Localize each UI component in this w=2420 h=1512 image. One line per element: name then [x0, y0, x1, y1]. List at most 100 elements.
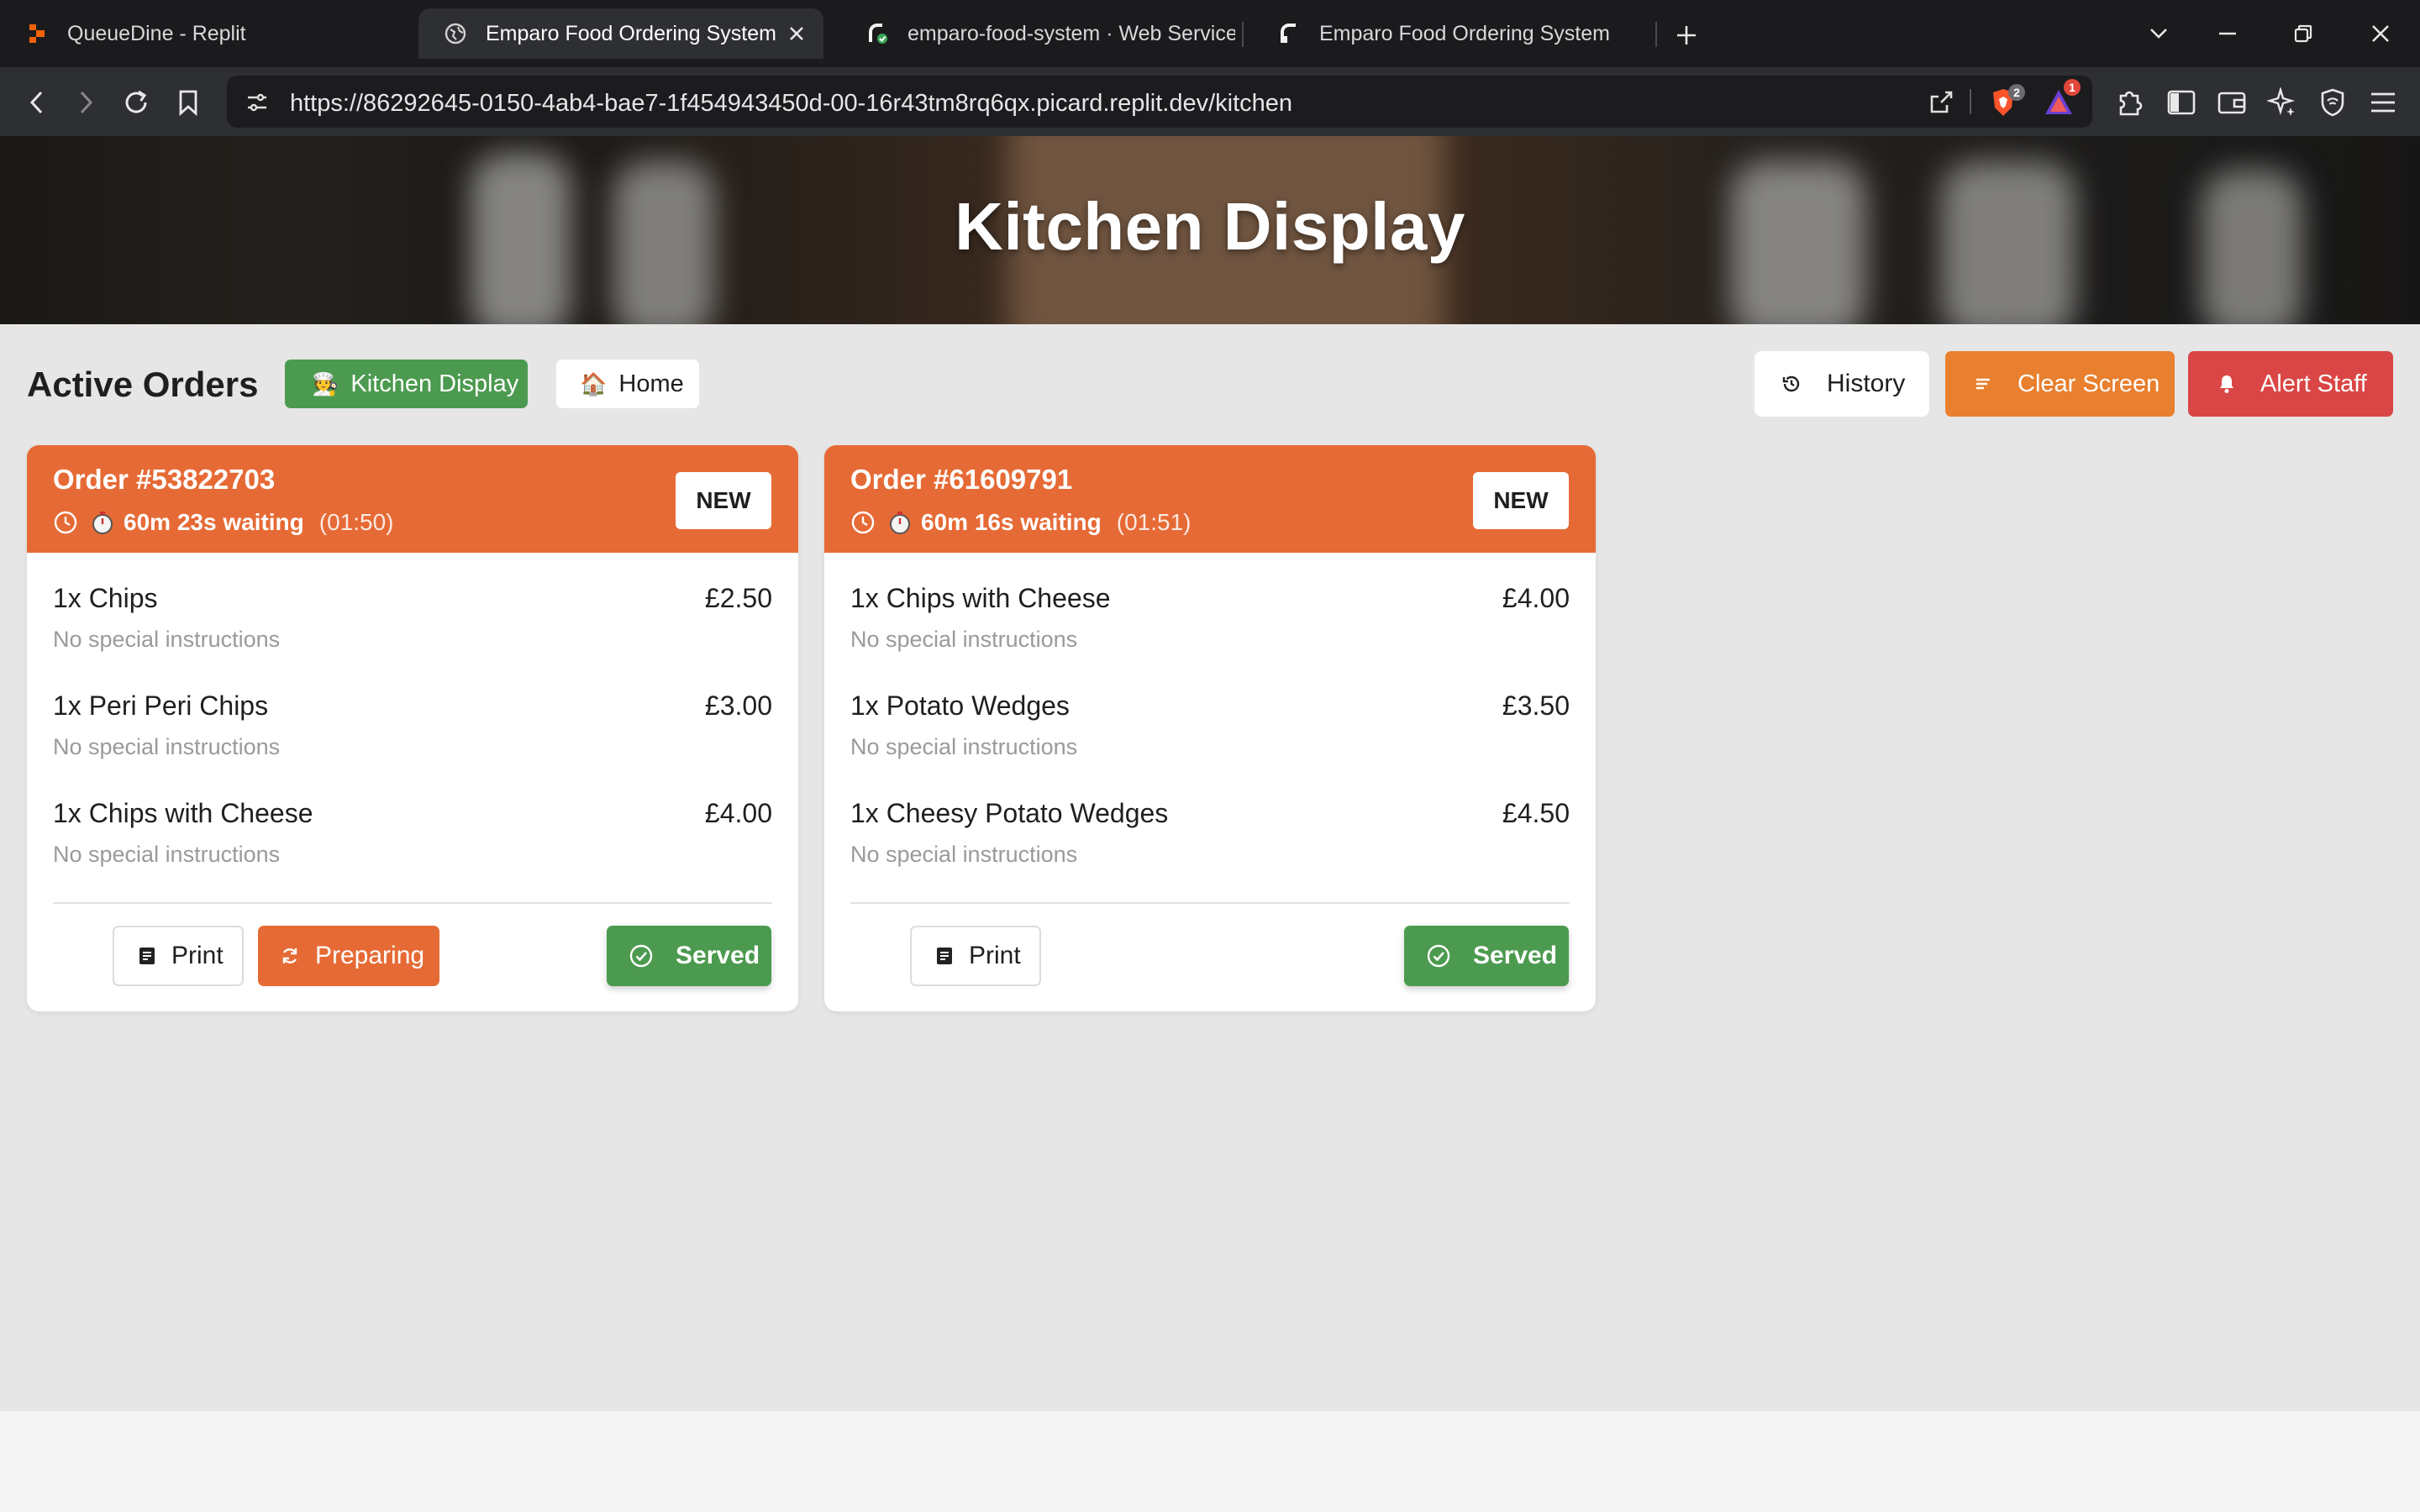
tab-separator: [1242, 22, 1244, 47]
share-icon[interactable]: [1926, 87, 1956, 118]
item-name: 1x Cheesy Potato Wedges: [850, 798, 1169, 828]
print-button[interactable]: Print: [113, 926, 244, 986]
waiting-row: 60m 16s waiting (01:51): [850, 509, 1191, 536]
item-note: No special instructions: [53, 734, 281, 759]
served-button[interactable]: Served: [607, 926, 771, 986]
served-label: Served: [676, 942, 760, 969]
leo-ai-icon[interactable]: [2262, 82, 2302, 123]
item-name: 1x Chips: [53, 583, 158, 613]
card-divider: [53, 902, 772, 904]
close-tab-icon[interactable]: [780, 17, 813, 50]
history-icon: [1781, 374, 1802, 394]
section-title: Active Orders: [27, 365, 259, 404]
check-circle-icon: [1426, 943, 1451, 969]
status-badge: NEW: [1473, 472, 1569, 529]
hero-banner: Kitchen Display: [0, 136, 2420, 324]
item-note: No special instructions: [53, 627, 281, 652]
order-card-header: Order #61609791 60m 16s waiting (01:51) …: [824, 445, 1596, 553]
item-note: No special instructions: [850, 734, 1078, 759]
item-note: No special instructions: [53, 842, 281, 867]
tab-list-chevron-icon[interactable]: [2138, 15, 2180, 52]
globe-icon: [444, 22, 467, 45]
preparing-button[interactable]: Preparing: [258, 926, 439, 986]
home-nav-button[interactable]: 🏠 Home: [556, 360, 699, 408]
order-number: Order #61609791: [850, 464, 1073, 495]
tab-title: Emparo Food Ordering System: [1319, 21, 1610, 45]
item-name: 1x Potato Wedges: [850, 690, 1070, 721]
item-price: £4.00: [704, 798, 772, 828]
render-icon: [865, 22, 889, 45]
replit-icon: [25, 22, 49, 45]
print-label: Print: [171, 942, 224, 969]
served-button[interactable]: Served: [1404, 926, 1569, 986]
tab-emparo-2[interactable]: Emparo Food Ordering System: [1252, 8, 1655, 59]
new-tab-button[interactable]: [1668, 17, 1705, 54]
item-price: £2.50: [704, 583, 772, 613]
receipt-icon: [935, 946, 954, 966]
item-note: No special instructions: [850, 627, 1078, 652]
vpn-icon[interactable]: [2312, 82, 2353, 123]
back-icon[interactable]: [17, 82, 57, 123]
order-time: (01:51): [1116, 509, 1192, 535]
order-card-header: Order #53822703 60m 23s waiting (01:50) …: [27, 445, 798, 553]
print-button[interactable]: Print: [910, 926, 1041, 986]
stopwatch-icon: [887, 510, 913, 535]
status-badge: NEW: [676, 472, 771, 529]
kitchen-display-nav-button[interactable]: 🧑‍🍳 Kitchen Display: [285, 360, 528, 408]
reload-icon[interactable]: [116, 82, 156, 123]
tab-title: emparo-food-system · Web Service ·: [908, 21, 1235, 45]
menu-icon[interactable]: [2363, 82, 2403, 123]
tab-web-service[interactable]: emparo-food-system · Web Service ·: [840, 8, 1235, 59]
url-text: https://86292645-0150-4ab4-bae7-1f454943…: [290, 90, 1293, 117]
tab-title: Emparo Food Ordering System: [486, 21, 776, 45]
restore-icon[interactable]: [2282, 15, 2324, 52]
page-title: Kitchen Display: [955, 189, 1465, 264]
item-name: 1x Chips with Cheese: [53, 798, 313, 828]
waiting-row: 60m 23s waiting (01:50): [53, 509, 393, 536]
clear-lines-icon: [1974, 375, 1992, 392]
wallet-icon[interactable]: [2212, 82, 2252, 123]
item-price: £3.50: [1502, 690, 1570, 721]
stopwatch-icon: [90, 510, 115, 535]
browser-tab-bar: QueueDine - Replit Emparo Food Ordering …: [0, 0, 2420, 67]
page-footer: [0, 1411, 2420, 1512]
browser-nav-bar: https://86292645-0150-4ab4-bae7-1f454943…: [0, 67, 2420, 136]
history-button[interactable]: History: [1754, 351, 1929, 417]
order-card: Order #53822703 60m 23s waiting (01:50) …: [27, 445, 798, 1011]
bell-icon: [2218, 374, 2235, 394]
clear-screen-button[interactable]: Clear Screen: [1945, 351, 2175, 417]
bookmark-icon[interactable]: [168, 82, 208, 123]
site-settings-icon[interactable]: [242, 87, 272, 118]
item-note: No special instructions: [850, 842, 1078, 867]
brave-rewards-icon[interactable]: 1: [2039, 79, 2081, 123]
waiting-duration: 60m 16s waiting: [921, 509, 1102, 535]
kitchen-display-label: Kitchen Display: [350, 370, 519, 397]
served-label: Served: [1473, 942, 1558, 969]
window-close-icon[interactable]: [2360, 15, 2402, 52]
item-price: £4.00: [1502, 583, 1570, 613]
order-time: (01:50): [318, 509, 394, 535]
order-number: Order #53822703: [53, 464, 276, 495]
tab-emparo-active[interactable]: Emparo Food Ordering System: [418, 8, 823, 59]
forward-icon[interactable]: [66, 82, 106, 123]
sidebar-icon[interactable]: [2161, 82, 2202, 123]
home-icon: 🏠: [580, 370, 608, 396]
history-label: History: [1827, 370, 1906, 397]
alert-staff-button[interactable]: Alert Staff: [2188, 351, 2393, 417]
check-circle-icon: [629, 943, 654, 969]
card-divider: [850, 902, 1570, 904]
render-icon: [1277, 22, 1301, 45]
brave-shields-icon[interactable]: 2: [1988, 84, 2025, 118]
tab-queuedine[interactable]: QueueDine - Replit: [0, 8, 403, 59]
extensions-icon[interactable]: [2109, 82, 2149, 123]
alert-staff-label: Alert Staff: [2260, 370, 2367, 397]
address-bar[interactable]: https://86292645-0150-4ab4-bae7-1f454943…: [227, 76, 2092, 128]
item-name: 1x Peri Peri Chips: [53, 690, 269, 721]
shields-count-badge: 2: [2008, 84, 2025, 101]
item-price: £4.50: [1502, 798, 1570, 828]
order-card: Order #61609791 60m 16s waiting (01:51) …: [824, 445, 1596, 1011]
tab-separator: [1655, 22, 1657, 47]
refresh-icon: [280, 946, 300, 966]
clear-screen-label: Clear Screen: [2018, 370, 2160, 397]
minimize-icon[interactable]: [2207, 15, 2249, 52]
